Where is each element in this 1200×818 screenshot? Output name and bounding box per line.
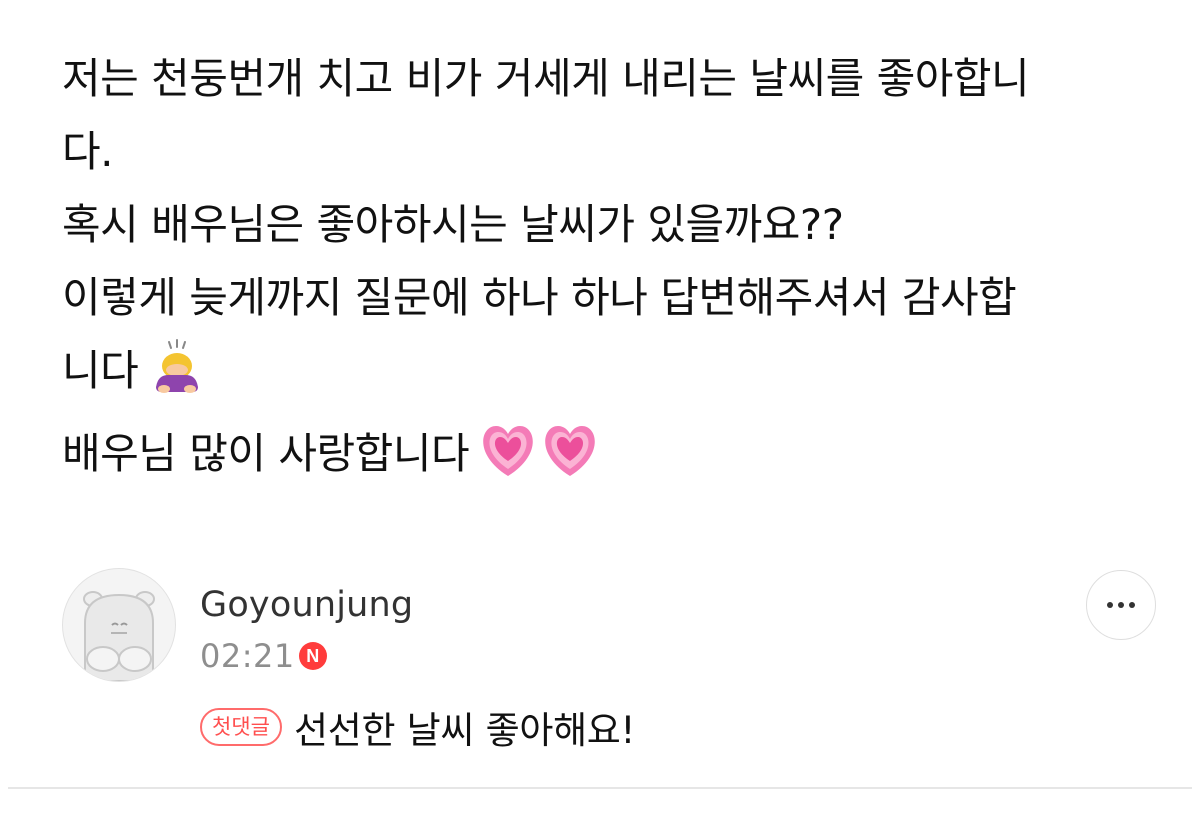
divider: [8, 787, 1192, 789]
new-badge: N: [298, 642, 327, 670]
post-line-with-emoji: 니다: [62, 334, 1162, 417]
bowing-woman-emoji: [148, 337, 206, 417]
more-horizontal-icon: [1129, 602, 1135, 608]
post-line-text: 니다: [62, 346, 139, 395]
post-line: 저는 천둥번개 치고 비가 거세게 내리는 날씨를 좋아합니: [62, 54, 1030, 103]
post-line: 혹시 배우님은 좋아하시는 날씨가 있을까요??: [62, 200, 844, 249]
post-line-text: 배우님 많이 사랑합니다: [62, 429, 470, 478]
comment-item: Goyounjung 02:21 N 첫댓글 선선한 날씨 좋아해요!: [62, 568, 1162, 768]
comment-text: 선선한 날씨 좋아해요!: [293, 709, 636, 752]
more-horizontal-icon: [1107, 602, 1113, 608]
growing-heart-emoji: [541, 424, 599, 500]
more-options-button[interactable]: [1086, 570, 1156, 640]
more-horizontal-icon: [1118, 602, 1124, 608]
avatar[interactable]: [62, 568, 176, 682]
post-line: 다.: [62, 127, 114, 176]
post-line: 이렇게 늦게까지 질문에 하나 하나 답변해주셔서 감사합: [62, 273, 1017, 322]
hippo-avatar-icon: [83, 591, 155, 681]
comment-time: 02:21: [200, 637, 295, 675]
comment-meta: 02:21 N: [200, 636, 327, 676]
comment-content: 첫댓글 선선한 날씨 좋아해요!: [200, 700, 635, 754]
post-line-with-emoji: 배우님 많이 사랑합니다: [62, 417, 1162, 500]
post-body: 저는 천둥번개 치고 비가 거세게 내리는 날씨를 좋아합니 다. 혹시 배우님…: [62, 42, 1162, 500]
first-comment-badge: 첫댓글: [200, 708, 282, 746]
comment-author[interactable]: Goyounjung: [200, 584, 413, 626]
growing-heart-emoji: [479, 424, 537, 500]
